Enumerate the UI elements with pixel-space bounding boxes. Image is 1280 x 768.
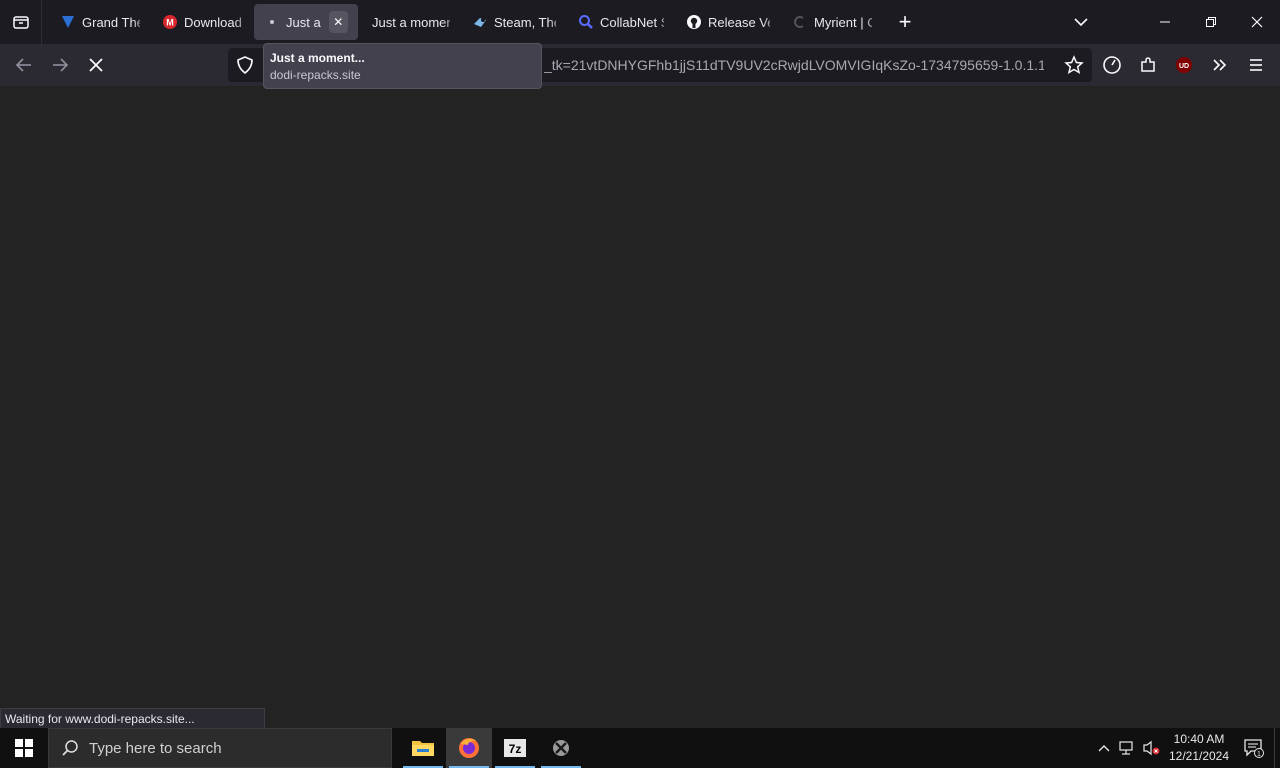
tab-tooltip: Just a moment... dodi-repacks.site	[263, 43, 542, 89]
svg-text:UD: UD	[1179, 63, 1189, 70]
tab-strip: Grand Theft M Download Just a m ✕ Just a…	[0, 0, 1280, 44]
extensions-button[interactable]	[1130, 49, 1166, 81]
forward-button[interactable]	[42, 49, 78, 81]
steam-icon	[472, 14, 488, 30]
hamburger-menu-icon	[1250, 59, 1262, 71]
network-icon	[1119, 741, 1133, 755]
toolbar-tools: UD	[1094, 49, 1274, 81]
chevron-up-icon	[1098, 745, 1110, 752]
tabs: Grand Theft M Download Just a m ✕ Just a…	[42, 0, 920, 44]
tab-steam[interactable]: Steam, The	[462, 4, 566, 40]
new-tab-button[interactable]: +	[890, 7, 920, 37]
status-panel: Waiting for www.dodi-repacks.site...	[0, 708, 265, 730]
plus-icon: +	[898, 9, 912, 34]
extension-timer-button[interactable]	[1094, 49, 1130, 81]
tab-title: Release Vers	[708, 14, 770, 30]
window-controls	[1142, 0, 1280, 44]
app-menu-button[interactable]	[1238, 49, 1274, 81]
svg-text:7z: 7z	[509, 742, 522, 756]
close-tab-icon[interactable]: ✕	[328, 11, 348, 33]
network-button[interactable]	[1116, 728, 1140, 768]
taskbar-xbox-app[interactable]	[538, 728, 584, 768]
puzzle-icon	[1141, 57, 1155, 72]
firefox-view-icon	[12, 16, 29, 29]
taskbar-7zip[interactable]: 7z	[492, 728, 538, 768]
tab-myrient[interactable]: Myrient | Co	[782, 4, 882, 40]
navigation-toolbar: _tk=21vtDNHYGFhb1jjS11dTV9UV2cRwjdLVOMVI…	[0, 44, 1280, 86]
taskbar-search-box[interactable]: Type here to search	[48, 728, 392, 768]
restore-button[interactable]	[1188, 0, 1234, 44]
search-icon	[578, 14, 594, 30]
search-icon	[62, 740, 78, 756]
volume-button[interactable]	[1140, 728, 1164, 768]
shield-v-icon	[60, 14, 76, 30]
firefox-icon	[459, 738, 479, 758]
taskbar-file-explorer[interactable]	[400, 728, 446, 768]
search-placeholder: Type here to search	[89, 739, 222, 757]
github-icon	[686, 14, 702, 30]
tab-title: Just a m	[286, 14, 325, 30]
notification-count: 1	[1257, 751, 1261, 758]
browser-screen: Grand Theft M Download Just a m ✕ Just a…	[0, 0, 1280, 768]
tab-collabnet[interactable]: CollabNet S	[568, 4, 674, 40]
bookmark-star-icon[interactable]	[1064, 55, 1084, 80]
loading-dot-icon	[264, 14, 280, 30]
stop-loading-button[interactable]	[78, 49, 114, 81]
system-tray: 10:40 AM 12/21/2024 1	[1092, 728, 1280, 768]
chevron-down-icon	[1074, 18, 1088, 27]
restore-icon	[1206, 17, 1216, 27]
list-all-tabs-button[interactable]	[1066, 8, 1096, 36]
tab-title: CollabNet S	[600, 14, 664, 30]
forward-arrow-icon	[53, 58, 69, 72]
ublock-icon: UD	[1176, 57, 1192, 73]
more-tools-button[interactable]	[1202, 49, 1238, 81]
volume-muted-icon	[1143, 740, 1160, 756]
close-icon	[1251, 16, 1263, 28]
taskbar-firefox[interactable]	[446, 728, 492, 768]
show-hidden-icons-button[interactable]	[1092, 728, 1116, 768]
page-content-area[interactable]	[0, 86, 1280, 728]
show-desktop-button[interactable]	[1274, 728, 1280, 768]
tracking-protection-shield-icon[interactable]	[236, 55, 254, 80]
double-chevron-right-icon	[1213, 59, 1227, 71]
back-button[interactable]	[6, 49, 42, 81]
action-center-button[interactable]: 1	[1234, 728, 1274, 768]
windows-taskbar: Type here to search 7z 10:40 AM 12/21/20…	[0, 728, 1280, 768]
mega-icon: M	[162, 14, 178, 30]
folder-icon	[412, 741, 434, 756]
timer-icon	[1103, 56, 1121, 74]
close-window-button[interactable]	[1234, 0, 1280, 44]
xbox-icon	[553, 740, 569, 756]
minimize-icon	[1160, 21, 1170, 23]
clock-time: 10:40 AM	[1173, 732, 1225, 746]
tab-download[interactable]: M Download	[152, 4, 252, 40]
tab-grand-theft[interactable]: Grand Theft	[50, 4, 150, 40]
taskbar-clock[interactable]: 10:40 AM 12/21/2024	[1164, 731, 1234, 765]
clock-date: 12/21/2024	[1168, 749, 1230, 763]
notification-icon: 1	[1244, 739, 1264, 758]
tab-just-a-moment[interactable]: Just a moment	[360, 4, 460, 40]
tooltip-host: dodi-repacks.site	[270, 68, 361, 82]
tab-title: Steam, The	[494, 14, 556, 30]
windows-logo-icon	[15, 739, 33, 757]
url-text[interactable]: _tk=21vtDNHYGFhb1jjS11dTV9UV2cRwjdLVOMVI…	[544, 57, 1044, 73]
7zip-icon: 7z	[504, 739, 526, 757]
tab-release-versions[interactable]: Release Vers	[676, 4, 780, 40]
tab-title: Just a moment	[372, 14, 450, 30]
ublock-origin-button[interactable]: UD	[1166, 49, 1202, 81]
tab-just-a-moment-active[interactable]: Just a m ✕	[254, 4, 358, 40]
tooltip-title: Just a moment...	[270, 51, 365, 65]
myrient-icon	[792, 14, 808, 30]
svg-text:M: M	[166, 18, 174, 28]
stop-x-icon	[89, 58, 103, 72]
start-button[interactable]	[0, 728, 48, 768]
firefox-view-button[interactable]	[0, 0, 42, 44]
minimize-button[interactable]	[1142, 0, 1188, 44]
back-arrow-icon	[15, 58, 31, 72]
